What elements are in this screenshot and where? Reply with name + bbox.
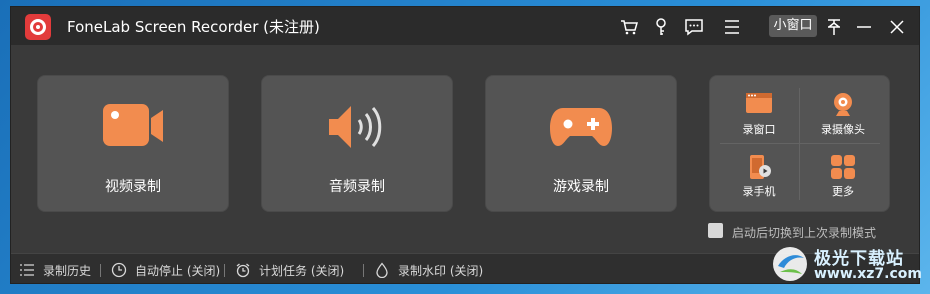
separator xyxy=(363,264,364,277)
menu-icon[interactable] xyxy=(722,17,742,37)
video-camera-icon xyxy=(101,102,165,154)
list-icon xyxy=(20,264,34,276)
bottom-item-label: 录制历史 xyxy=(43,263,92,278)
watermark-url: www.xz7.com xyxy=(814,266,922,282)
mini-label: 录窗口 xyxy=(742,123,776,136)
auto-stop-button[interactable]: 自动停止 (关闭) xyxy=(111,262,220,278)
cart-icon[interactable] xyxy=(619,17,639,37)
audio-record-card[interactable]: 音频录制 xyxy=(261,75,453,212)
window-title: FoneLab Screen Recorder (未注册) xyxy=(67,18,320,36)
record-history-button[interactable]: 录制历史 xyxy=(19,262,91,278)
restore-last-mode-label: 启动后切换到上次录制模式 xyxy=(732,226,877,240)
title-bar: FoneLab Screen Recorder (未注册) 小窗口 xyxy=(11,7,919,45)
scheduled-task-button[interactable]: 计划任务 (关闭) xyxy=(235,262,344,278)
app-logo-icon xyxy=(25,14,51,40)
site-watermark: 极光下载站 www.xz7.com xyxy=(770,244,922,286)
mini-label: 录摄像头 xyxy=(821,123,865,136)
record-webcam-button[interactable]: 录摄像头 xyxy=(803,86,883,142)
card-label: 视频录制 xyxy=(105,179,161,195)
webcam-icon xyxy=(831,92,855,122)
mini-label: 更多 xyxy=(832,185,854,198)
record-window-button[interactable]: 录窗口 xyxy=(719,86,799,142)
card-label: 音频录制 xyxy=(329,179,385,195)
clock-icon xyxy=(111,262,127,278)
restore-last-mode-checkbox[interactable] xyxy=(708,223,723,238)
feedback-icon[interactable] xyxy=(684,17,704,37)
phone-record-icon xyxy=(746,154,772,184)
more-modes-panel: 录窗口 录摄像头 录手机 更多 xyxy=(709,75,890,212)
drop-icon xyxy=(376,262,388,278)
app-window: FoneLab Screen Recorder (未注册) 小窗口 视频录制 音… xyxy=(10,6,920,284)
separator xyxy=(224,264,225,277)
watermark-setting-button[interactable]: 录制水印 (关闭) xyxy=(374,262,483,278)
watermark-logo-icon xyxy=(773,247,807,281)
close-icon[interactable] xyxy=(887,17,907,37)
bottom-item-label: 计划任务 (关闭) xyxy=(259,263,345,278)
window-record-icon xyxy=(745,92,773,118)
alarm-icon xyxy=(236,263,250,278)
pin-icon[interactable] xyxy=(824,17,844,37)
bottom-item-label: 录制水印 (关闭) xyxy=(398,263,484,278)
minimize-icon[interactable] xyxy=(854,17,874,37)
key-icon[interactable] xyxy=(651,17,671,37)
game-record-card[interactable]: 游戏录制 xyxy=(485,75,677,212)
divider xyxy=(799,88,800,200)
divider xyxy=(720,143,880,144)
grid-more-icon xyxy=(830,154,856,184)
card-label: 游戏录制 xyxy=(553,179,609,195)
video-record-card[interactable]: 视频录制 xyxy=(37,75,229,212)
gamepad-icon xyxy=(549,102,613,154)
mini-window-button[interactable]: 小窗口 xyxy=(769,15,817,37)
separator xyxy=(100,264,101,277)
mini-label: 录手机 xyxy=(742,185,776,198)
more-button[interactable]: 更多 xyxy=(803,148,883,204)
record-phone-button[interactable]: 录手机 xyxy=(719,148,799,204)
bottom-item-label: 自动停止 (关闭) xyxy=(135,263,221,278)
speaker-icon xyxy=(327,102,387,156)
